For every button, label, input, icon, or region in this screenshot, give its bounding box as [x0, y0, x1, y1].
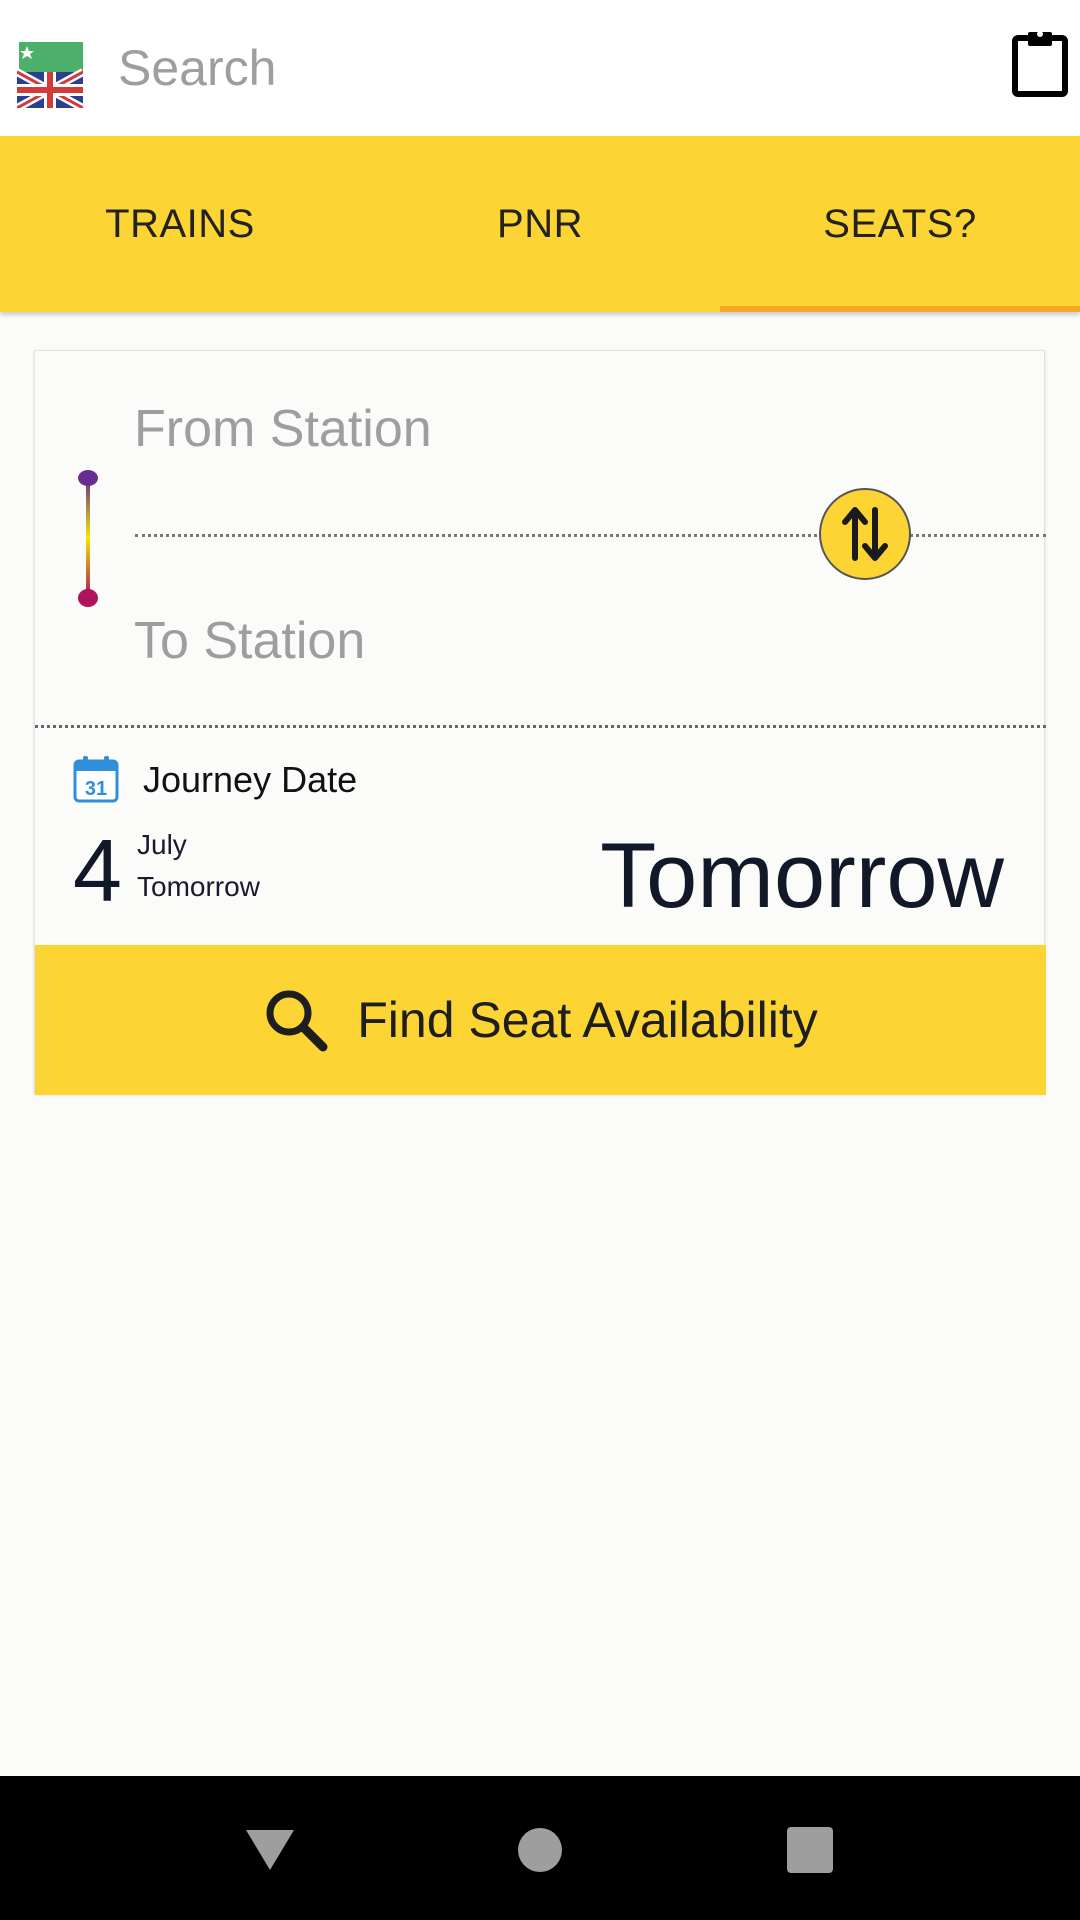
svg-text:31: 31 — [85, 778, 107, 800]
journey-day[interactable]: 4 — [73, 821, 122, 921]
swap-vertical-icon — [842, 507, 888, 561]
selected-tab-indicator — [720, 306, 1080, 312]
app-bar — [0, 0, 1080, 136]
section-divider — [35, 725, 1046, 728]
recents-nav-icon[interactable] — [782, 1822, 838, 1878]
from-station-field[interactable]: From Station — [134, 399, 432, 459]
back-nav-icon[interactable] — [242, 1822, 298, 1878]
seat-search-card: From Station To Station 31 Journey Date … — [34, 350, 1046, 1095]
tab-pnr[interactable]: PNR — [360, 136, 720, 312]
find-seat-availability-button[interactable]: Find Seat Availability — [35, 945, 1046, 1095]
system-nav-bar — [0, 1776, 1080, 1920]
calendar-icon[interactable]: 31 — [73, 755, 119, 803]
language-flag-icon[interactable] — [17, 42, 83, 108]
journey-month: July — [137, 829, 187, 860]
home-nav-icon[interactable] — [512, 1822, 568, 1878]
swap-stations-button[interactable] — [819, 488, 911, 580]
tab-seats[interactable]: SEATS? — [720, 136, 1080, 312]
search-input[interactable] — [118, 36, 938, 100]
tab-bar: TRAINS PNR SEATS? — [0, 136, 1080, 312]
to-station-field[interactable]: To Station — [134, 611, 365, 671]
search-icon — [266, 990, 328, 1052]
journey-relative-day: Tomorrow — [137, 871, 260, 902]
route-line-icon — [78, 470, 98, 607]
journey-date-label: Journey Date — [143, 759, 358, 800]
find-button-label: Find Seat Availability — [357, 992, 818, 1048]
journey-date-display[interactable]: Tomorrow — [600, 821, 1004, 931]
tab-trains[interactable]: TRAINS — [0, 136, 360, 312]
clipboard-icon[interactable] — [1010, 28, 1070, 98]
